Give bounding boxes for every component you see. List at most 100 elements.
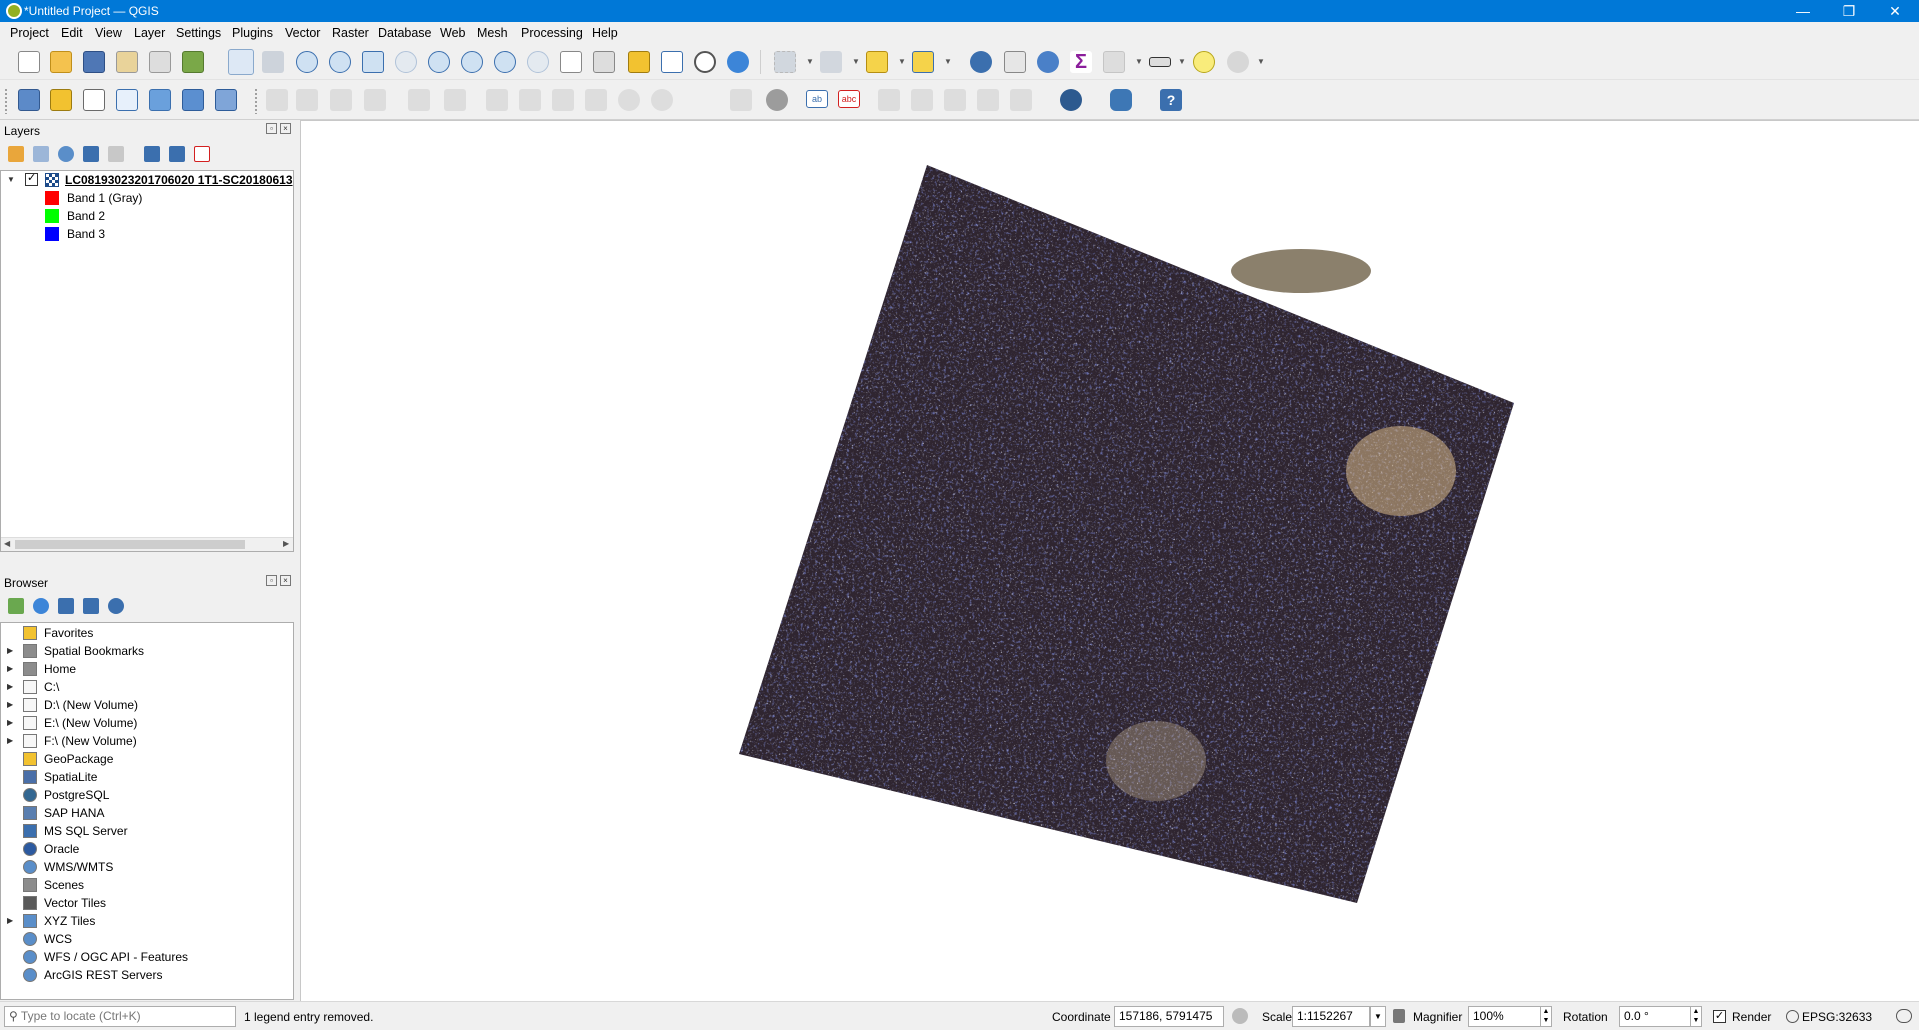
render-checkbox[interactable]: ✓	[1713, 1010, 1726, 1023]
toolbar-grip[interactable]	[254, 88, 258, 114]
browser-item[interactable]: ▶ Home	[1, 660, 293, 678]
add-spatialite-icon[interactable]	[149, 89, 171, 111]
chevron-right-icon[interactable]: ▶	[7, 916, 13, 925]
menu-layer[interactable]: Layer	[134, 26, 165, 40]
save-project-icon[interactable]	[83, 51, 105, 73]
chevron-right-icon[interactable]: ▶	[7, 718, 13, 727]
browser-item[interactable]: Oracle	[1, 840, 293, 858]
magnifier-field[interactable]: 100%	[1468, 1006, 1546, 1027]
chevron-down-icon[interactable]: ▼	[1135, 57, 1143, 66]
browser-item[interactable]: GeoPackage	[1, 750, 293, 768]
highlight-pinned-labels-icon[interactable]: ab	[806, 90, 828, 108]
menu-mesh[interactable]: Mesh	[477, 26, 508, 40]
zoom-to-selection-icon[interactable]	[395, 51, 417, 73]
copy-features-icon[interactable]	[552, 89, 574, 111]
menu-settings[interactable]: Settings	[176, 26, 221, 40]
messages-icon[interactable]	[1896, 1009, 1912, 1023]
zoom-full-icon[interactable]	[362, 51, 384, 73]
layer-labeling-icon[interactable]	[766, 89, 788, 111]
save-edits-icon[interactable]	[330, 89, 352, 111]
browser-item[interactable]: PostgreSQL	[1, 786, 293, 804]
menu-edit[interactable]: Edit	[61, 26, 83, 40]
zoom-last-icon[interactable]	[494, 51, 516, 73]
chevron-right-icon[interactable]: ▶	[7, 682, 13, 691]
browser-item[interactable]: ▶ C:\	[1, 678, 293, 696]
zoom-in-icon[interactable]	[296, 51, 318, 73]
change-label-icon[interactable]	[1010, 89, 1032, 111]
chevron-down-icon[interactable]: ▼	[7, 175, 15, 184]
rotation-stepper[interactable]: ▲ ▼	[1690, 1006, 1702, 1027]
pin-labels-icon[interactable]	[878, 89, 900, 111]
visibility-checkbox[interactable]: ✓	[25, 172, 38, 186]
menu-raster[interactable]: Raster	[332, 26, 369, 40]
add-selected-layers-icon[interactable]	[8, 598, 24, 614]
browser-item[interactable]: WCS	[1, 930, 293, 948]
add-raster-layer-icon[interactable]	[182, 89, 204, 111]
close-panel-icon[interactable]: ×	[280, 123, 291, 134]
horizontal-scrollbar[interactable]: ◀ ▶	[1, 537, 293, 551]
modify-attributes-icon[interactable]	[444, 89, 466, 111]
toolbar-grip[interactable]	[4, 88, 8, 114]
add-vector-layer-icon[interactable]	[83, 89, 105, 111]
georeferencer-icon[interactable]	[1060, 89, 1082, 111]
toggle-extents-icon[interactable]	[1232, 1008, 1248, 1024]
chevron-down-icon[interactable]: ▼	[806, 57, 814, 66]
style-manager-icon[interactable]	[182, 51, 204, 73]
scrollbar-thumb[interactable]	[15, 540, 245, 549]
rotate-label-icon[interactable]	[977, 89, 999, 111]
paste-features-icon[interactable]	[585, 89, 607, 111]
menu-project[interactable]: Project	[10, 26, 49, 40]
label-toolbar-icon[interactable]	[730, 89, 752, 111]
menu-processing[interactable]: Processing	[521, 26, 583, 40]
menu-database[interactable]: Database	[378, 26, 432, 40]
chevron-right-icon[interactable]: ▶	[7, 700, 13, 709]
add-delimited-text-icon[interactable]	[116, 89, 138, 111]
select-by-value-icon[interactable]	[820, 51, 842, 73]
browser-item[interactable]: ▶ Spatial Bookmarks	[1, 642, 293, 660]
new-map-view-icon[interactable]	[560, 51, 582, 73]
manage-map-themes-icon[interactable]	[58, 146, 74, 162]
pan-to-selection-icon[interactable]	[262, 51, 284, 73]
select-location-icon[interactable]	[912, 51, 934, 73]
select-features-icon[interactable]	[774, 51, 796, 73]
zoom-to-layer-icon[interactable]	[428, 51, 450, 73]
scroll-right-icon[interactable]: ▶	[283, 539, 289, 548]
chevron-down-icon[interactable]: ▼	[1370, 1006, 1386, 1027]
delete-selected-icon[interactable]	[486, 89, 508, 111]
statistical-summary-icon[interactable]: Σ	[1070, 51, 1092, 73]
close-panel-icon[interactable]: ×	[280, 575, 291, 586]
lock-icon[interactable]	[1393, 1009, 1405, 1023]
chevron-down-icon[interactable]: ▼	[1178, 57, 1186, 66]
cut-features-icon[interactable]	[519, 89, 541, 111]
processing-toolbox-icon[interactable]	[1037, 51, 1059, 73]
add-virtual-layer-icon[interactable]	[215, 89, 237, 111]
chevron-right-icon[interactable]: ▶	[7, 664, 13, 673]
show-unplaced-labels-icon[interactable]: abc	[838, 90, 860, 108]
map-canvas[interactable]	[300, 120, 1919, 1001]
chevron-right-icon[interactable]: ▶	[7, 646, 13, 655]
layer-row[interactable]: ▼ ✓ LC08193023201706020 1T1-SC20180613	[1, 171, 293, 189]
redo-icon[interactable]	[651, 89, 673, 111]
float-panel-icon[interactable]: ▫	[266, 123, 277, 134]
field-calculator-icon[interactable]	[1103, 51, 1125, 73]
expand-all-icon[interactable]	[144, 146, 160, 162]
crs-label[interactable]: EPSG:32633	[1802, 1010, 1872, 1024]
browser-item[interactable]: SpatiaLite	[1, 768, 293, 786]
show-hide-labels-icon[interactable]	[911, 89, 933, 111]
browser-item[interactable]: ▶ XYZ Tiles	[1, 912, 293, 930]
data-source-manager-icon[interactable]	[18, 89, 40, 111]
scroll-left-icon[interactable]: ◀	[4, 539, 10, 548]
measure-line-icon[interactable]	[1149, 57, 1171, 67]
magnifier-stepper[interactable]: ▲ ▼	[1540, 1006, 1552, 1027]
new-geopackage-layer-icon[interactable]	[50, 89, 72, 111]
layer-name[interactable]: LC08193023201706020 1T1-SC20180613	[65, 173, 293, 187]
zoom-out-icon[interactable]	[329, 51, 351, 73]
attribute-table-icon[interactable]	[1004, 51, 1026, 73]
show-spatial-bookmarks-icon[interactable]	[661, 51, 683, 73]
deselect-features-icon[interactable]	[866, 51, 888, 73]
add-feature-icon[interactable]	[364, 89, 386, 111]
toggle-editing-icon[interactable]	[296, 89, 318, 111]
menu-web[interactable]: Web	[440, 26, 465, 40]
browser-item[interactable]: ▶ F:\ (New Volume)	[1, 732, 293, 750]
menu-plugins[interactable]: Plugins	[232, 26, 273, 40]
